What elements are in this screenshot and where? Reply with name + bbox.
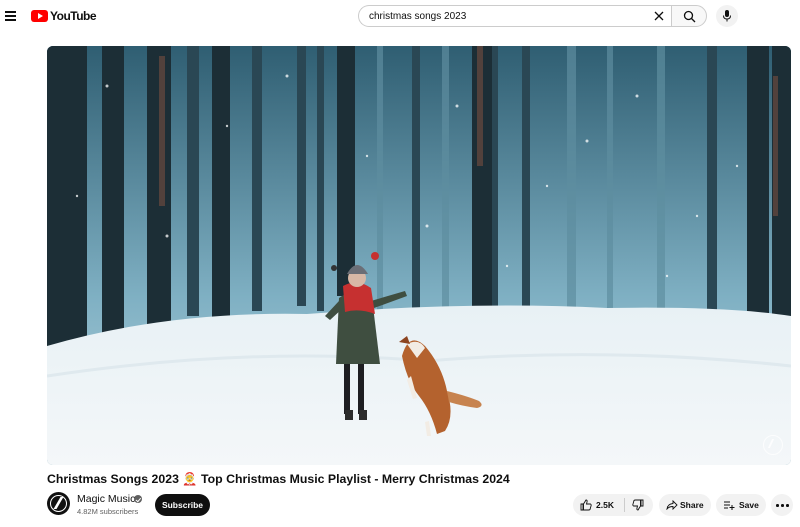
subscribe-button[interactable]: Subscribe — [155, 494, 210, 516]
youtube-logo[interactable]: YouTube — [31, 9, 97, 23]
save-label: Save — [739, 500, 759, 510]
search-icon — [683, 10, 696, 23]
more-icon[interactable] — [771, 494, 793, 516]
search-input[interactable] — [369, 6, 649, 26]
miniplayer-icon[interactable] — [763, 435, 783, 455]
share-label: Share — [680, 500, 704, 510]
logo-text: YouTube — [50, 9, 97, 23]
mic-icon — [723, 10, 731, 22]
thumbs-up-icon — [580, 499, 592, 511]
channel-name[interactable]: Magic Music — [77, 493, 135, 505]
search-box — [358, 5, 672, 27]
video-frame — [47, 46, 791, 465]
video-title: Christmas Songs 2023 🤶 Top Christmas Mus… — [47, 472, 510, 486]
search-button[interactable] — [671, 5, 707, 27]
like-count: 2.5K — [596, 500, 614, 510]
save-playlist-icon — [724, 501, 735, 510]
menu-icon[interactable] — [4, 8, 18, 22]
share-icon — [666, 500, 678, 510]
clear-icon[interactable] — [652, 9, 666, 23]
dislike-button[interactable] — [625, 494, 653, 516]
thumbs-down-icon — [632, 499, 644, 511]
voice-search-button[interactable] — [716, 5, 738, 27]
save-button[interactable]: Save — [716, 494, 766, 516]
avatar[interactable] — [47, 492, 70, 515]
youtube-logo-icon — [31, 10, 48, 22]
like-dislike-group: 2.5K — [573, 494, 653, 516]
share-button[interactable]: Share — [659, 494, 711, 516]
video-player[interactable] — [47, 46, 791, 465]
like-button[interactable]: 2.5K — [573, 494, 624, 516]
verified-icon — [134, 495, 142, 503]
subscriber-count: 4.82M subscribers — [77, 507, 139, 516]
masthead: YouTube — [0, 0, 800, 34]
